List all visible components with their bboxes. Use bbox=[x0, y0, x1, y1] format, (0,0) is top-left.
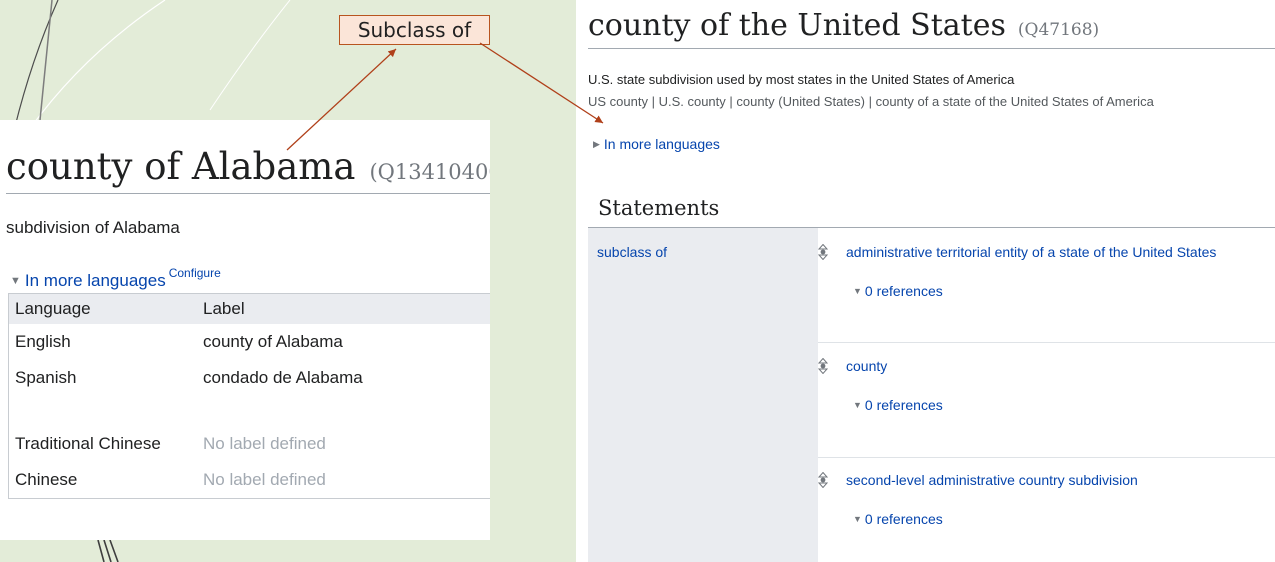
property-box: subclass of bbox=[588, 228, 818, 562]
left-item-panel: county of Alabama (Q13410400) subdivision… bbox=[0, 120, 490, 540]
right-more-languages-toggle[interactable]: In more languages bbox=[604, 136, 720, 152]
right-item-qid: (Q47168) bbox=[1017, 20, 1100, 40]
callout-label: Subclass of bbox=[357, 18, 472, 42]
label-cell: No label defined bbox=[203, 470, 326, 489]
statement-2: county ▼ 0 references bbox=[818, 358, 1275, 428]
statement-value-link[interactable]: second-level administrative country subd… bbox=[846, 472, 1138, 488]
statement-value-link[interactable]: administrative territorial entity of a s… bbox=[846, 244, 1216, 260]
right-more-languages: ▶ In more languages bbox=[593, 136, 720, 152]
right-item-title: county of the United States (Q47168) bbox=[588, 8, 1099, 43]
triangle-down-icon: ▼ bbox=[853, 286, 862, 296]
triangle-down-icon: ▼ bbox=[853, 400, 862, 410]
language-table-header: Language Label bbox=[9, 294, 490, 324]
statement-1: administrative territorial entity of a s… bbox=[818, 244, 1275, 314]
references-toggle[interactable]: ▼ 0 references bbox=[853, 283, 943, 299]
language-cell: English bbox=[15, 332, 71, 351]
label-cell: No label defined bbox=[203, 434, 326, 453]
statement-3: second-level administrative country subd… bbox=[818, 472, 1275, 542]
right-item-label: county of the United States bbox=[588, 8, 1006, 43]
statement-value-link[interactable]: county bbox=[846, 358, 887, 374]
statement-divider bbox=[818, 457, 1275, 458]
language-table: Language Label English county of Alabama… bbox=[8, 293, 490, 499]
triangle-down-icon: ▼ bbox=[853, 514, 862, 524]
right-item-panel: county of the United States (Q47168) U.S.… bbox=[576, 0, 1275, 562]
language-column-header: Language bbox=[15, 299, 91, 318]
left-more-languages: ▼ In more languages Configure bbox=[10, 266, 221, 291]
normal-rank-icon[interactable] bbox=[818, 358, 828, 374]
left-more-languages-toggle[interactable]: In more languages bbox=[25, 271, 166, 290]
left-item-description: subdivision of Alabama bbox=[6, 218, 180, 237]
right-item-description: U.S. state subdivision used by most stat… bbox=[588, 72, 1015, 87]
left-item-label: county of Alabama bbox=[6, 145, 356, 188]
statements-heading: Statements bbox=[598, 196, 720, 220]
left-title-divider bbox=[6, 193, 490, 194]
references-label: 0 references bbox=[864, 511, 943, 527]
triangle-down-icon: ▼ bbox=[10, 275, 21, 287]
table-row: Chinese No label defined bbox=[9, 462, 490, 498]
table-spacer bbox=[9, 396, 490, 426]
references-label: 0 references bbox=[864, 283, 943, 299]
normal-rank-icon[interactable] bbox=[818, 244, 828, 260]
label-column-header: Label bbox=[203, 299, 245, 318]
subclass-of-callout: Subclass of bbox=[339, 15, 490, 45]
property-subclass-of-link[interactable]: subclass of bbox=[597, 244, 667, 260]
language-cell: Chinese bbox=[15, 470, 78, 489]
table-row: Spanish condado de Alabama bbox=[9, 360, 490, 396]
right-title-divider bbox=[588, 48, 1275, 49]
normal-rank-icon[interactable] bbox=[818, 472, 828, 488]
table-row: Traditional Chinese No label defined bbox=[9, 426, 490, 462]
configure-link[interactable]: Configure bbox=[169, 266, 221, 280]
right-item-aliases: US county | U.S. county | county (United… bbox=[588, 94, 1154, 109]
language-cell: Traditional Chinese bbox=[15, 434, 161, 453]
references-toggle[interactable]: ▼ 0 references bbox=[853, 397, 943, 413]
references-toggle[interactable]: ▼ 0 references bbox=[853, 511, 943, 527]
statement-divider bbox=[818, 342, 1275, 343]
language-cell: Spanish bbox=[15, 368, 77, 387]
references-label: 0 references bbox=[864, 397, 943, 413]
triangle-right-icon: ▶ bbox=[593, 139, 600, 149]
left-item-title: county of Alabama (Q13410400) bbox=[6, 145, 490, 188]
table-row: English county of Alabama bbox=[9, 324, 490, 360]
left-item-qid: (Q13410400) bbox=[369, 160, 490, 184]
label-cell: condado de Alabama bbox=[203, 368, 363, 387]
label-cell: county of Alabama bbox=[203, 332, 343, 351]
